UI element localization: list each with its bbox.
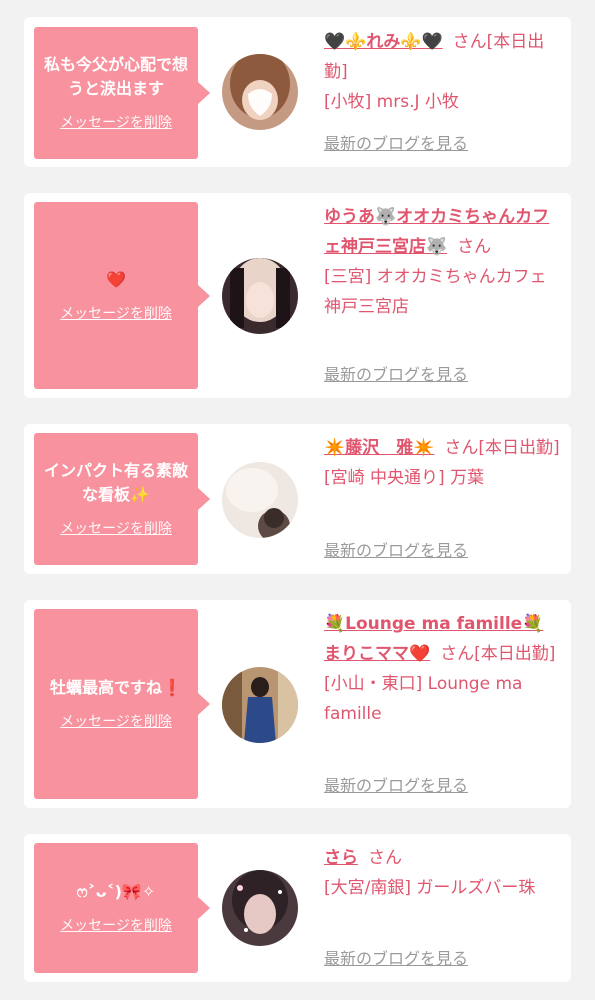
delete-message-link[interactable]: メッセージを削除	[60, 113, 172, 133]
delete-message-link[interactable]: メッセージを削除	[60, 304, 172, 324]
honorific: さん	[457, 237, 492, 257]
store-name: [小牧] mrs.J 小牧	[324, 92, 459, 112]
avatar[interactable]	[222, 54, 298, 130]
store-name: [三宮] オオカミちゃんカフェ神戸三宮店	[324, 267, 547, 317]
latest-blog-link[interactable]: 最新のブログを見る	[324, 133, 468, 155]
cast-name-link[interactable]: ゆうあ🐺オオカミちゃんカフェ神戸三宮店🐺	[324, 207, 549, 257]
delete-message-link[interactable]: メッセージを削除	[60, 916, 172, 936]
delete-message-link[interactable]: メッセージを削除	[60, 712, 172, 732]
avatar[interactable]	[222, 667, 298, 743]
store-name: [小山・東口] Lounge ma famille	[324, 674, 523, 724]
card-info: 💐Lounge ma famille💐まりこママ❤️ さん[本日出勤] [小山・東…	[324, 609, 560, 729]
message-bubble: ❤️ メッセージを削除	[34, 202, 210, 389]
message-bubble: インパクト有る素敵な看板✨ メッセージを削除	[34, 433, 210, 565]
message-card: ෆ˃ᴗ˂)🎀✧ メッセージを削除 さら さん [大宮/南銀] ガールズバー珠 最新…	[24, 834, 571, 982]
avatar[interactable]	[222, 462, 298, 538]
card-info: ✴️藤沢 雅✴️ さん[本日出勤] [宮崎 中央通り] 万葉	[324, 433, 560, 493]
message-card: インパクト有る素敵な看板✨ メッセージを削除 ✴️藤沢 雅✴️ さん[本日出勤] …	[24, 424, 571, 574]
latest-blog-link[interactable]: 最新のブログを見る	[324, 948, 468, 970]
message-card: 牡蠣最高ですね❗️ メッセージを削除 💐Lounge ma famille💐まり…	[24, 600, 571, 808]
message-text: 牡蠣最高ですね❗️	[50, 678, 182, 697]
cast-name-link[interactable]: さら	[324, 848, 358, 868]
message-text: ❤️	[106, 269, 126, 289]
card-info: 🖤⚜️れみ⚜️🖤 さん[本日出勤] [小牧] mrs.J 小牧	[324, 27, 560, 117]
delete-message-link[interactable]: メッセージを削除	[60, 519, 172, 539]
cast-name-link[interactable]: ✴️藤沢 雅✴️	[324, 438, 434, 458]
work-status: [本日出勤]	[474, 644, 556, 664]
message-text: 私も今父が心配で想うと涙出ます	[43, 55, 188, 98]
honorific: さん	[444, 438, 479, 458]
honorific: さん	[440, 644, 475, 664]
cast-name-link[interactable]: 🖤⚜️れみ⚜️🖤	[324, 32, 443, 52]
honorific: さん	[452, 32, 487, 52]
work-status: [本日出勤]	[478, 438, 560, 458]
card-info: ゆうあ🐺オオカミちゃんカフェ神戸三宮店🐺 さん [三宮] オオカミちゃんカフェ神戸…	[324, 202, 560, 322]
message-card: 私も今父が心配で想うと涙出ます メッセージを削除 🖤⚜️れみ⚜️🖤 さん[本日出勤…	[24, 17, 571, 167]
message-bubble: ෆ˃ᴗ˂)🎀✧ メッセージを削除	[34, 843, 210, 973]
latest-blog-link[interactable]: 最新のブログを見る	[324, 364, 468, 386]
message-text: ෆ˃ᴗ˂)🎀✧	[76, 882, 156, 901]
avatar[interactable]	[222, 258, 298, 334]
store-name: [大宮/南銀] ガールズバー珠	[324, 878, 536, 898]
latest-blog-link[interactable]: 最新のブログを見る	[324, 775, 468, 797]
avatar[interactable]	[222, 870, 298, 946]
card-info: さら さん [大宮/南銀] ガールズバー珠	[324, 843, 560, 903]
message-bubble: 牡蠣最高ですね❗️ メッセージを削除	[34, 609, 210, 799]
store-name: [宮崎 中央通り] 万葉	[324, 468, 485, 488]
message-card: ❤️ メッセージを削除 ゆうあ🐺オオカミちゃんカフェ神戸三宮店🐺 さん [三宮] …	[24, 193, 571, 398]
message-text: インパクト有る素敵な看板✨	[43, 461, 188, 504]
message-bubble: 私も今父が心配で想うと涙出ます メッセージを削除	[34, 27, 210, 159]
honorific: さん	[368, 848, 402, 868]
latest-blog-link[interactable]: 最新のブログを見る	[324, 540, 468, 562]
